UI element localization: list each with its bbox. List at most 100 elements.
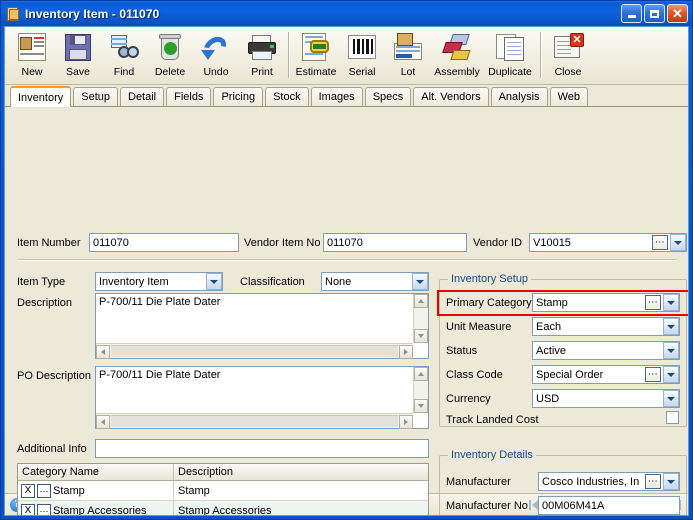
description-hscrollbar[interactable] — [96, 343, 413, 359]
additional-info-label: Additional Info — [17, 443, 87, 455]
barcode-icon — [345, 31, 379, 65]
status-combo[interactable]: Active — [532, 341, 680, 360]
save-button[interactable]: Save — [55, 30, 101, 82]
close-button[interactable]: ✕ — [667, 4, 688, 23]
delete-button[interactable]: Delete — [147, 30, 193, 82]
classification-value: None — [325, 275, 352, 288]
tab-specs[interactable]: Specs — [364, 87, 412, 106]
additional-info-input[interactable] — [95, 439, 429, 458]
undo-arrow-icon — [199, 31, 233, 65]
assembly-button[interactable]: Assembly — [431, 30, 483, 82]
printer-icon — [245, 31, 279, 65]
delete-row-icon[interactable]: X — [21, 503, 35, 515]
category-name-cell[interactable]: X ⋯ Stamp Accessories — [18, 501, 174, 515]
lookup-row-icon[interactable]: ⋯ — [37, 483, 51, 498]
description-scroll-right-icon[interactable] — [399, 345, 413, 359]
description-scroll-up-icon[interactable] — [414, 294, 428, 308]
table-row[interactable]: X ⋯ Stamp Stamp — [18, 481, 428, 501]
primary-category-combo[interactable]: Stamp ⋯ — [532, 293, 680, 312]
inventory-details-group: Inventory Details Manufacturer Cosco Ind… — [439, 449, 687, 515]
serial-button[interactable]: Serial — [339, 30, 385, 82]
description-scroll-left-icon[interactable] — [96, 345, 110, 359]
tab-images-label: Images — [318, 91, 355, 103]
tab-images[interactable]: Images — [310, 87, 363, 106]
main-toolbar: New Save Find Delete Undo Print Estimate… — [5, 27, 688, 85]
currency-dropdown-icon[interactable] — [663, 390, 679, 407]
window-client-area: New Save Find Delete Undo Print Estimate… — [4, 26, 689, 516]
po-description-scroll-left-icon[interactable] — [96, 415, 110, 429]
manufacturer-lookup-icon[interactable]: ⋯ — [645, 474, 661, 489]
item-number-label: Item Number — [17, 237, 81, 249]
minimize-button[interactable] — [621, 4, 642, 23]
manufacturer-no-input[interactable]: 00M06M41A — [538, 496, 680, 515]
class-code-lookup-icon[interactable]: ⋯ — [645, 367, 661, 382]
po-description-scroll-up-icon[interactable] — [414, 367, 428, 381]
description-textarea[interactable]: P-700/11 Die Plate Dater — [95, 293, 429, 359]
undo-button[interactable]: Undo — [193, 30, 239, 82]
primary-category-lookup-icon[interactable]: ⋯ — [645, 295, 661, 310]
estimate-button[interactable]: Estimate — [293, 30, 339, 82]
vendor-id-combo[interactable]: V10015 ⋯ — [529, 233, 687, 252]
status-dropdown-icon[interactable] — [663, 342, 679, 359]
unit-measure-combo[interactable]: Each — [532, 317, 680, 336]
category-description-value[interactable]: Stamp Accessories — [174, 501, 428, 516]
tab-analysis[interactable]: Analysis — [490, 87, 548, 106]
item-type-dropdown-icon[interactable] — [206, 273, 222, 290]
classification-dropdown-icon[interactable] — [412, 273, 428, 290]
item-type-combo[interactable]: Inventory Item — [95, 272, 223, 291]
assembly-blocks-icon — [440, 31, 474, 65]
column-header-category-name[interactable]: Category Name — [18, 464, 174, 480]
description-scroll-down-icon[interactable] — [414, 329, 428, 343]
category-grid[interactable]: Category Name Description X ⋯ Stamp Stam… — [17, 463, 429, 516]
print-button[interactable]: Print — [239, 30, 285, 82]
tab-setup[interactable]: Setup — [73, 87, 118, 106]
close-window-icon: ✕ — [551, 31, 585, 65]
lookup-row-icon[interactable]: ⋯ — [37, 503, 51, 515]
find-button[interactable]: Find — [101, 30, 147, 82]
manufacturer-combo[interactable]: Cosco Industries, In ⋯ — [538, 472, 680, 491]
classification-combo[interactable]: None — [321, 272, 429, 291]
estimate-button-label: Estimate — [295, 66, 337, 78]
tab-inventory[interactable]: Inventory — [10, 86, 72, 107]
table-row[interactable]: X ⋯ Stamp Accessories Stamp Accessories — [18, 501, 428, 516]
new-button[interactable]: New — [9, 30, 55, 82]
po-description-scroll-down-icon[interactable] — [414, 399, 428, 413]
po-description-hscrollbar[interactable] — [96, 413, 413, 429]
tab-stock[interactable]: Stock — [265, 87, 309, 106]
po-description-vscrollbar[interactable] — [413, 367, 428, 413]
tab-web[interactable]: Web — [549, 87, 588, 106]
delete-row-icon[interactable]: X — [21, 483, 35, 498]
vendor-item-no-input[interactable]: 011070 — [323, 233, 467, 252]
lot-button[interactable]: Lot — [385, 30, 431, 82]
status-label: Status — [446, 345, 478, 357]
primary-category-dropdown-icon[interactable] — [663, 294, 679, 311]
item-number-input[interactable]: 011070 — [89, 233, 239, 252]
vendor-id-dropdown-icon[interactable] — [670, 234, 686, 251]
column-header-description[interactable]: Description — [174, 464, 428, 480]
inventory-tab-panel: Item Number 011070 Vendor Item No 011070… — [5, 107, 688, 515]
po-description-scroll-right-icon[interactable] — [399, 415, 413, 429]
description-vscrollbar[interactable] — [413, 294, 428, 343]
class-code-combo[interactable]: Special Order ⋯ — [532, 365, 680, 384]
tab-detail[interactable]: Detail — [120, 87, 165, 106]
primary-category-label: Primary Category — [446, 297, 532, 309]
po-description-textarea[interactable]: P-700/11 Die Plate Dater — [95, 366, 429, 429]
item-type-label: Item Type — [17, 276, 66, 288]
unit-measure-dropdown-icon[interactable] — [663, 318, 679, 335]
estimate-icon — [299, 31, 333, 65]
vendor-id-lookup-icon[interactable]: ⋯ — [652, 235, 668, 250]
status-value: Active — [536, 344, 566, 357]
tab-pricing[interactable]: Pricing — [213, 87, 264, 106]
close-toolbar-button[interactable]: ✕ Close — [545, 30, 591, 82]
category-name-cell[interactable]: X ⋯ Stamp — [18, 481, 174, 500]
currency-combo[interactable]: USD — [532, 389, 680, 408]
track-landed-cost-checkbox[interactable] — [666, 411, 679, 424]
classification-label: Classification — [240, 276, 305, 288]
manufacturer-dropdown-icon[interactable] — [663, 473, 679, 490]
maximize-button[interactable] — [644, 4, 665, 23]
category-description-value[interactable]: Stamp — [174, 481, 428, 500]
class-code-dropdown-icon[interactable] — [663, 366, 679, 383]
tab-alt-vendors[interactable]: Alt. Vendors — [413, 87, 489, 106]
duplicate-button[interactable]: Duplicate — [483, 30, 537, 82]
tab-fields[interactable]: Fields — [166, 87, 212, 106]
